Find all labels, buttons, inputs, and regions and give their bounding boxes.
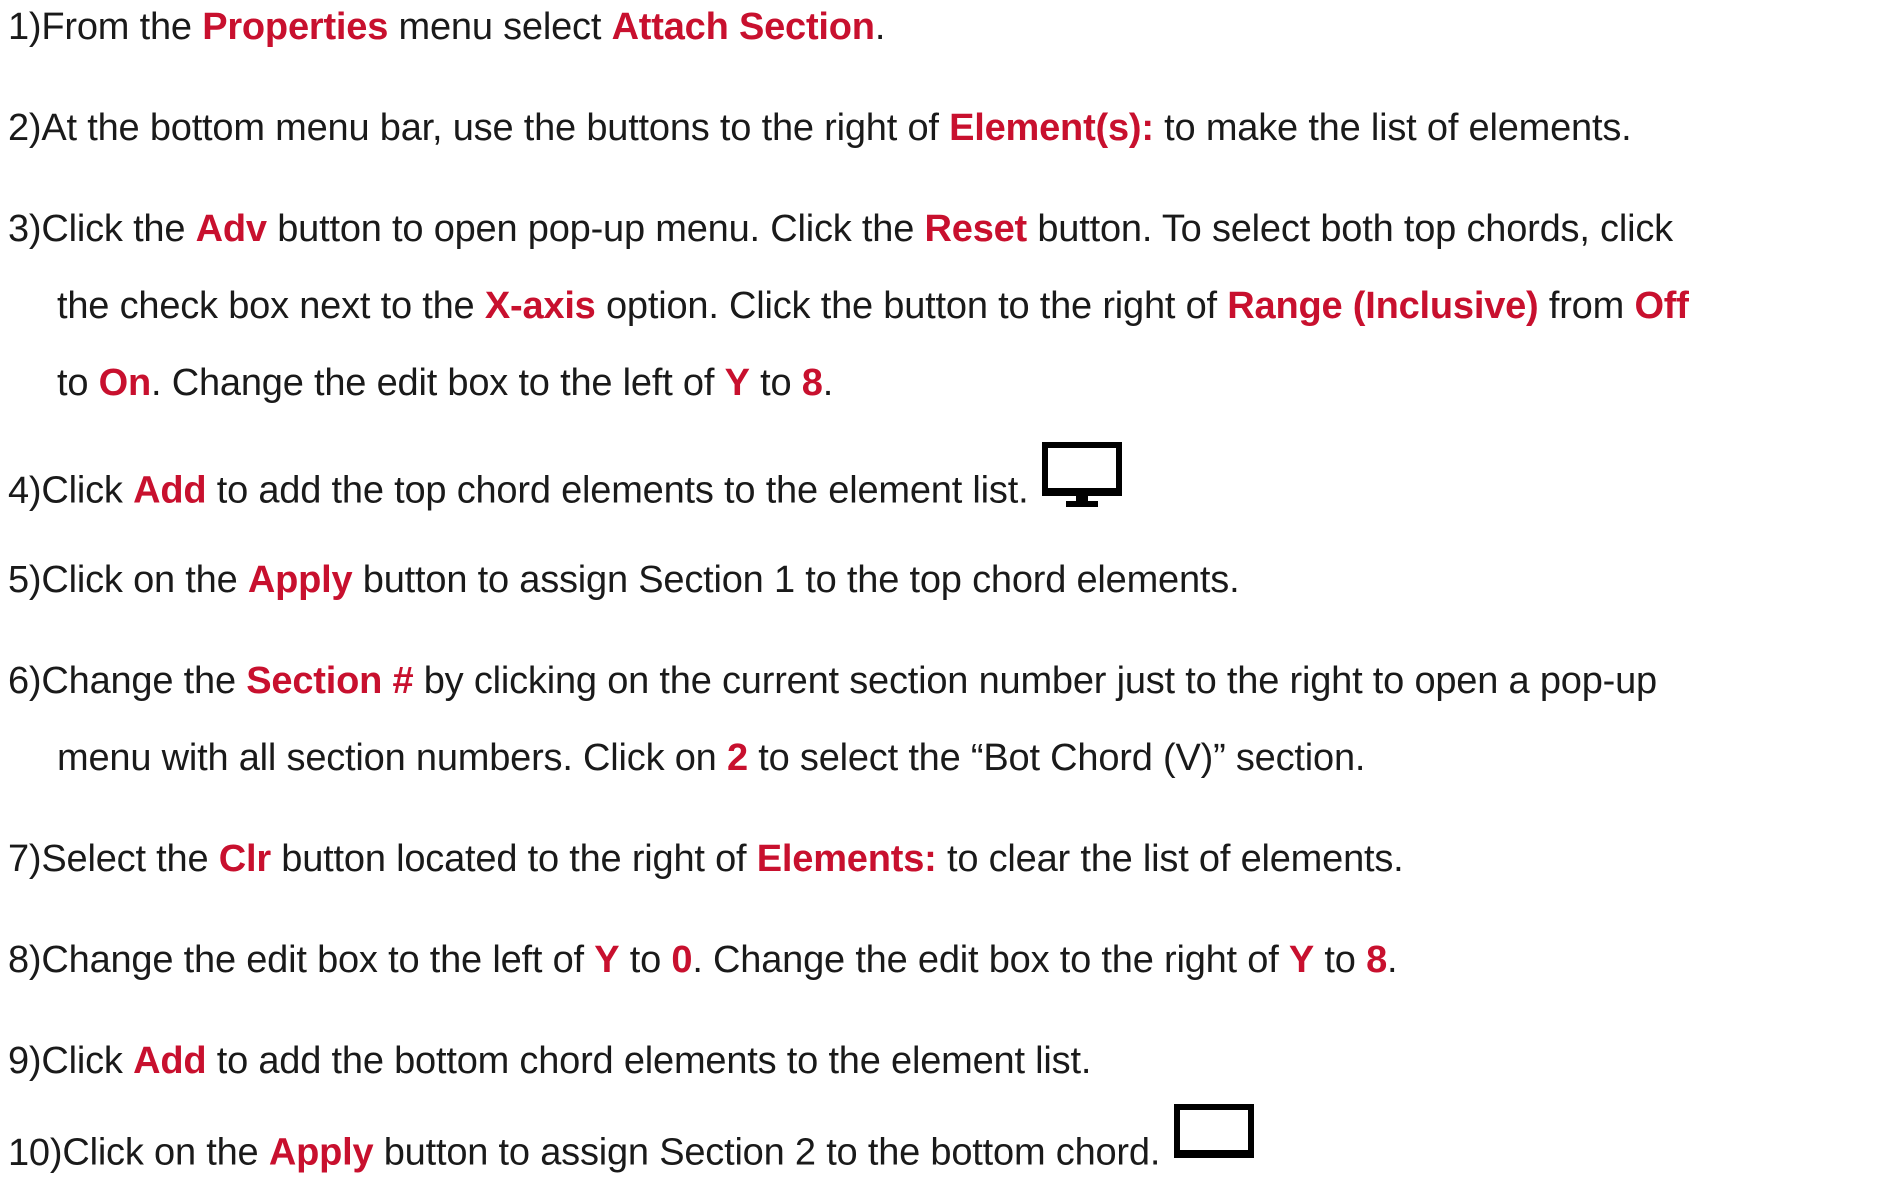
button-clr: Clr — [218, 838, 271, 880]
button-apply: Apply — [268, 1131, 374, 1174]
label-y: Y — [724, 362, 750, 404]
step-number: 1) — [8, 6, 42, 48]
menu-attach-section: Attach Section — [611, 6, 875, 48]
button-adv: Adv — [195, 208, 267, 250]
label-y: Y — [594, 939, 620, 981]
step-number: 2) — [8, 107, 42, 149]
step-10: 10)Click on the Apply button to assign S… — [8, 1104, 1255, 1201]
step-6-line-2: menu with all section numbers. Click on … — [57, 737, 1366, 779]
value-0: 0 — [671, 939, 693, 981]
step-number: 9) — [8, 1040, 42, 1082]
menu-properties: Properties — [202, 6, 389, 48]
step-number: 8) — [8, 939, 42, 981]
label-y: Y — [1288, 939, 1315, 981]
value-2: 2 — [726, 737, 748, 779]
step-3-line-2: the check box next to the X-axis option.… — [57, 285, 1689, 327]
step-number: 3) — [8, 208, 42, 250]
button-reset: Reset — [924, 208, 1028, 250]
label-section-number: Section # — [246, 660, 414, 702]
step-number: 7) — [8, 838, 42, 880]
option-x-axis: X-axis — [484, 285, 596, 327]
label-elements: Element(s): — [949, 107, 1154, 149]
step-6: 6) Change the Section # by clicking on t… — [8, 643, 1657, 720]
button-add: Add — [133, 1040, 207, 1082]
step-3-line-3: to On. Change the edit box to the left o… — [57, 362, 834, 404]
value-off: Off — [1634, 285, 1689, 327]
step-8: 8) Change the edit box to the left of Y … — [8, 922, 1398, 999]
button-add: Add — [133, 469, 207, 512]
step-4: 4) Click Add to add the top chord elemen… — [8, 442, 1123, 539]
step-9: 9) Click Add to add the bottom chord ele… — [8, 1023, 1091, 1100]
label-elements-2: Elements: — [756, 838, 937, 880]
step-number: 10) — [8, 1131, 63, 1174]
step-5: 5) Click on the Apply button to assign S… — [8, 542, 1240, 619]
option-range-inclusive: Range (Inclusive) — [1227, 285, 1539, 327]
value-8: 8 — [1366, 939, 1388, 981]
monitor-icon — [1042, 442, 1123, 535]
step-7: 7) Select the Clr button located to the … — [8, 821, 1404, 898]
value-on: On — [98, 362, 152, 404]
step-3: 3) Click the Adv button to open pop-up m… — [8, 191, 1673, 268]
step-number: 6) — [8, 660, 42, 702]
step-2: 2) At the bottom menu bar, use the butto… — [8, 90, 1632, 167]
step-number: 5) — [8, 559, 42, 601]
value-8: 8 — [801, 362, 823, 404]
step-1: 1) From the Properties menu select Attac… — [8, 0, 885, 66]
button-apply: Apply — [247, 559, 353, 601]
monitor-outline-icon — [1174, 1104, 1255, 1197]
step-number: 4) — [8, 469, 42, 512]
